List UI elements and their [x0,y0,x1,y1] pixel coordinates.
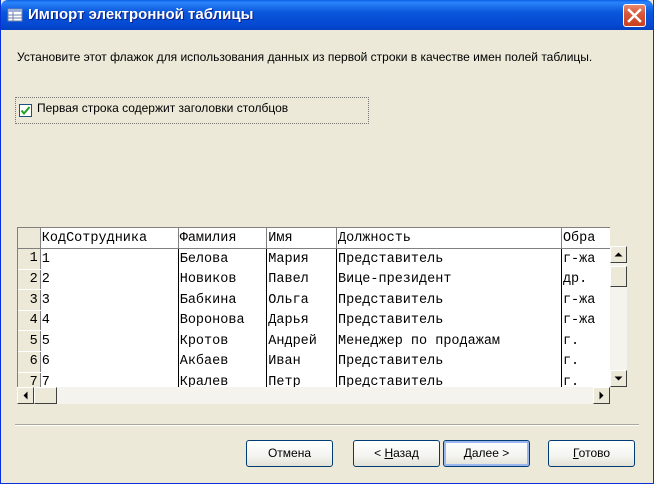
table-cell[interactable]: Мария [266,248,337,270]
checkmark-icon [20,106,31,116]
scroll-left-button[interactable] [17,387,34,404]
table-cell[interactable]: Бабкина [178,289,268,311]
divider [15,424,639,426]
horizontal-scrollbar[interactable] [17,387,610,404]
data-preview-grid[interactable]: КодСотрудника Фамилия Имя Должность Обра… [17,227,611,388]
table-cell[interactable]: Новиков [178,269,268,290]
table-row[interactable]: 6 6 Акбаев Иван Представитель г. [18,351,611,373]
scroll-right-button[interactable] [593,387,610,404]
table-cell[interactable]: г. [561,352,610,373]
next-button-label: алее > [471,446,510,460]
back-button-label: азад [393,446,419,460]
table-cell[interactable]: Ольга [266,289,337,311]
import-spreadsheet-dialog: Импорт электронной таблицы Установите эт… [0,0,654,484]
column-header[interactable]: Обра [561,228,611,250]
column-header[interactable]: Имя [266,228,337,250]
table-cell[interactable]: Павел [266,269,337,290]
table-row[interactable]: 4 4 Воронова Дарья Представитель г-жа [18,310,611,332]
scroll-down-button[interactable] [610,370,627,387]
table-cell[interactable]: г. [561,372,610,388]
finish-button-label: отово [578,446,611,460]
back-button[interactable]: < Назад [353,440,440,467]
table-cell[interactable]: 7 [40,372,179,388]
title-bar[interactable]: Импорт электронной таблицы [1,0,653,30]
table-cell[interactable]: Представитель [336,351,562,373]
table-cell[interactable]: Акбаев [178,351,268,373]
table-row[interactable]: 7 7 Кралев Петр Представитель г. [18,372,611,388]
cancel-button-label: Отмена [267,446,312,460]
row-number[interactable]: 5 [18,330,41,353]
table-cell[interactable]: Белова [178,248,268,270]
table-cell[interactable]: Иван [266,351,337,373]
next-button-accesskey: Д [463,446,472,460]
table-icon [7,8,23,22]
back-button-accesskey: Н [384,446,394,460]
table-cell[interactable]: г-жа [561,290,610,311]
table-cell[interactable]: 4 [40,310,179,331]
table-cell[interactable]: 6 [40,351,179,373]
close-icon [627,8,642,23]
table-cell[interactable]: Менеджер по продажам [336,330,562,352]
window-title: Импорт электронной таблицы [28,6,254,23]
preview-table: КодСотрудника Фамилия Имя Должность Обра… [18,228,611,388]
instruction-text: Установите этот флажок для использования… [17,50,593,64]
row-number[interactable]: 1 [18,248,41,270]
column-header[interactable]: Фамилия [178,228,268,250]
table-cell[interactable]: Представитель [336,372,562,388]
horizontal-scroll-thumb[interactable] [34,387,57,404]
table-cell[interactable]: др. [561,269,610,290]
table-cell[interactable]: Воронова [178,310,268,331]
table-row[interactable]: 5 5 Кротов Андрей Менеджер по продажам г. [18,330,611,353]
table-cell[interactable]: г-жа [561,310,610,331]
header-row-checkbox-label[interactable]: Первая строка содержит заголовки столбцо… [37,101,288,115]
table-cell[interactable]: Дарья [266,310,337,331]
cancel-button[interactable]: Отмена [246,440,333,467]
row-number[interactable]: 6 [18,351,41,373]
table-cell[interactable]: Вице-президент [336,269,562,290]
table-cell[interactable]: Кралев [178,372,268,388]
close-button[interactable] [623,4,646,27]
table-cell[interactable]: г-жа [561,249,610,270]
header-row-checkbox-row[interactable]: Первая строка содержит заголовки столбцо… [15,97,369,124]
arrow-down-icon [614,376,623,381]
column-header[interactable]: КодСотрудника [40,228,179,250]
table-cell[interactable]: Петр [266,372,337,388]
table-cell[interactable]: 2 [40,269,179,290]
grid-corner [18,228,41,250]
grid-header-filler [610,227,627,246]
row-number[interactable]: 2 [18,269,41,291]
table-cell[interactable]: г. [561,331,610,352]
row-number[interactable]: 3 [18,289,41,311]
header-row-checkbox[interactable] [19,104,32,117]
table-cell[interactable]: Представитель [336,248,562,270]
table-row[interactable]: 2 2 Новиков Павел Вице-президент др. [18,269,611,291]
back-button-prefix: < [374,446,385,460]
finish-button[interactable]: Готово [548,440,635,467]
row-number[interactable]: 7 [18,372,41,388]
header-row: КодСотрудника Фамилия Имя Должность Обра [18,228,611,250]
table-cell[interactable]: 3 [40,289,179,311]
table-cell[interactable]: Представитель [336,289,562,311]
arrow-up-icon [614,252,623,257]
table-cell[interactable]: Кротов [178,330,268,352]
scroll-up-button[interactable] [610,246,627,263]
table-row[interactable]: 1 1 Белова Мария Представитель г-жа [18,248,611,270]
table-cell[interactable]: 1 [40,248,179,270]
column-header[interactable]: Должность [336,228,562,250]
row-number[interactable]: 4 [18,310,41,332]
arrow-left-icon [23,391,28,400]
arrow-right-icon [599,391,604,400]
scrollbar-corner [610,387,627,404]
table-cell[interactable]: 5 [40,330,179,352]
table-cell[interactable]: Представитель [336,310,562,331]
vertical-scrollbar[interactable] [610,246,627,387]
table-row[interactable]: 3 3 Бабкина Ольга Представитель г-жа [18,289,611,311]
table-cell[interactable]: Андрей [266,330,337,352]
next-button[interactable]: Далее > [443,440,530,467]
vertical-scroll-thumb[interactable] [610,266,627,287]
